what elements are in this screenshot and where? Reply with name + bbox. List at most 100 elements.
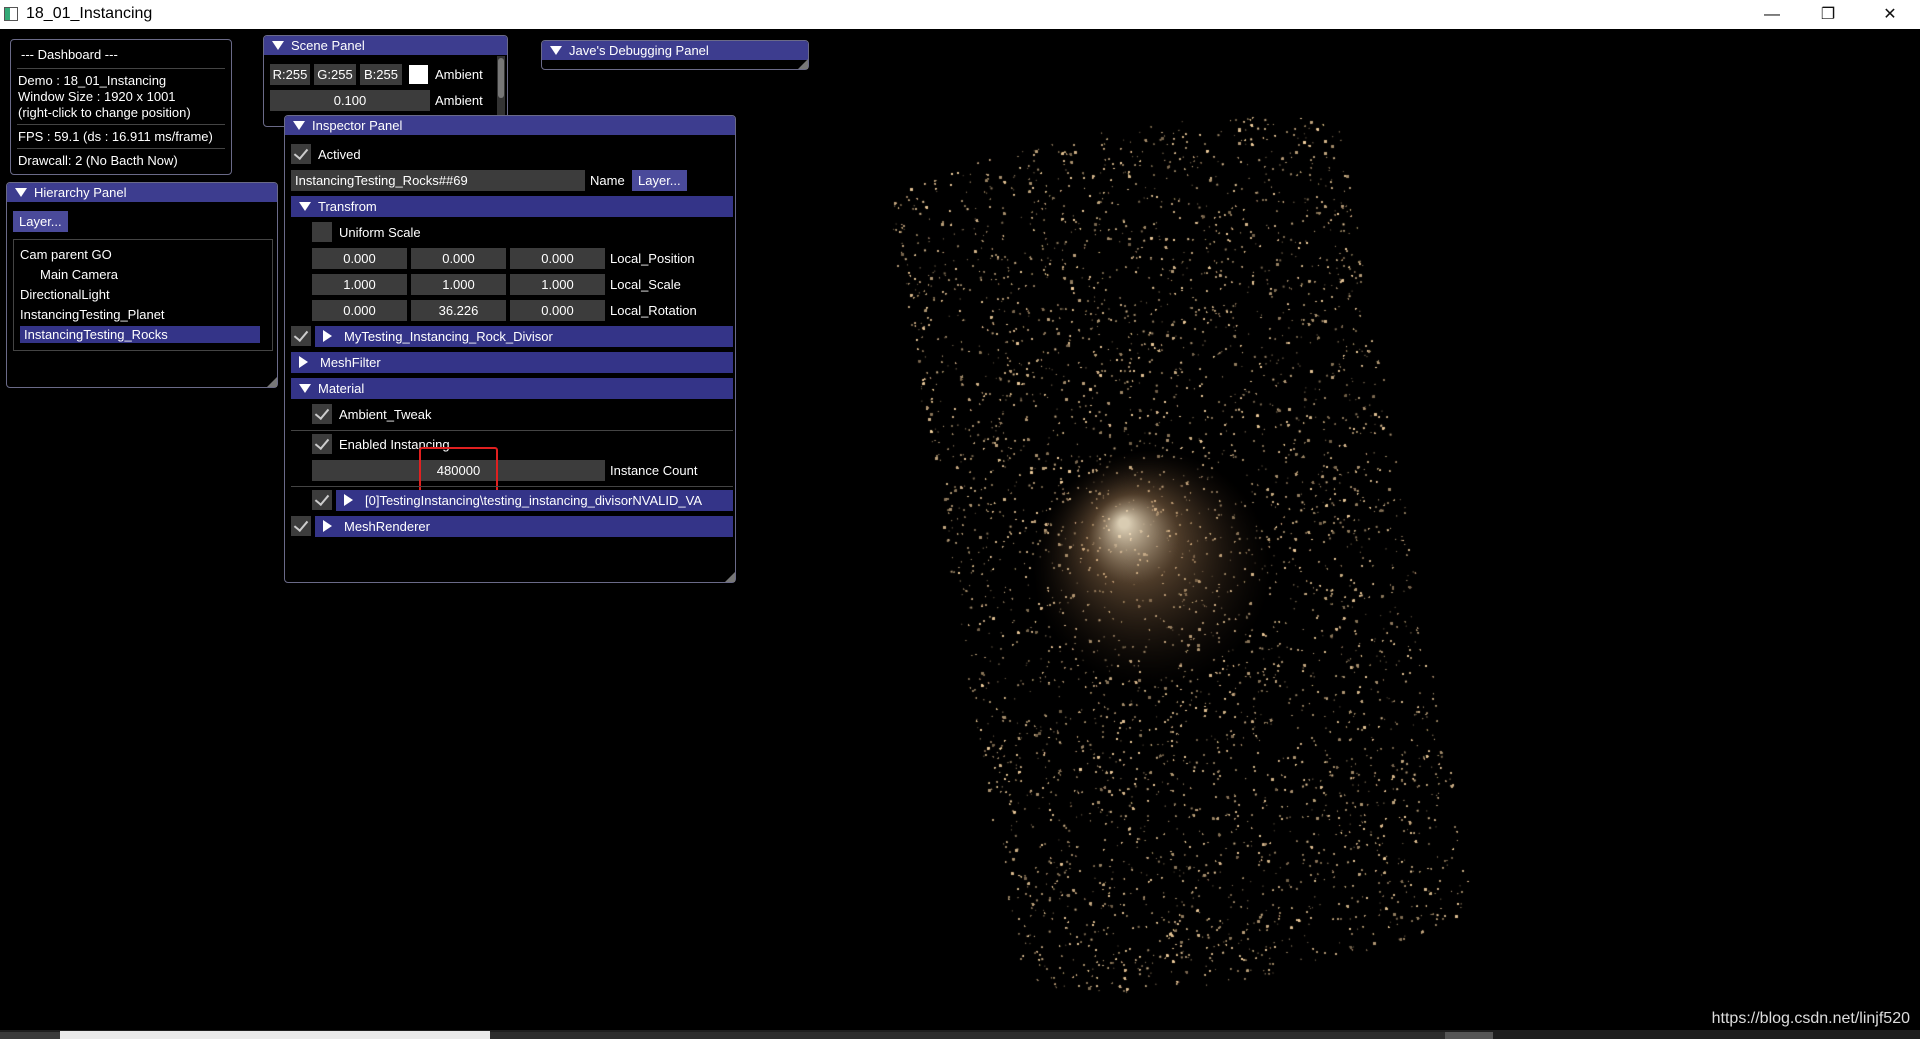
collapse-arrow-icon xyxy=(293,121,305,130)
divider xyxy=(17,68,225,69)
inspector-panel-title: Inspector Panel xyxy=(312,118,403,133)
hierarchy-item-rocks[interactable]: InstancingTesting_Rocks xyxy=(20,326,260,343)
scale-z-field[interactable]: 1.000 xyxy=(510,274,605,295)
dashboard-title: --- Dashboard --- xyxy=(21,47,118,62)
ambient-green-field[interactable]: G:255 xyxy=(314,64,356,85)
ambient-red-field[interactable]: R:255 xyxy=(270,64,310,85)
expand-arrow-icon xyxy=(323,520,332,532)
instanced-rocks-cylinder xyxy=(830,59,1530,1030)
dashboard-hint: (right-click to change position) xyxy=(18,105,191,120)
hierarchy-list: Cam parent GO Main Camera DirectionalLig… xyxy=(13,239,273,351)
meshrenderer-section-title: MeshRenderer xyxy=(344,519,430,534)
scene-panel-title: Scene Panel xyxy=(291,38,365,53)
app-icon xyxy=(4,7,18,21)
shader-pass-header[interactable]: [0]TestingInstancing\testing_instancing_… xyxy=(336,490,733,511)
bottom-strip xyxy=(0,1030,1920,1039)
ambient-blue-field[interactable]: B:255 xyxy=(360,64,402,85)
watermark-url: https://blog.csdn.net/linjf520 xyxy=(1711,1010,1910,1027)
instance-count-label: Instance Count xyxy=(610,463,698,478)
scale-label: Local_Scale xyxy=(610,277,681,292)
hierarchy-panel-title: Hierarchy Panel xyxy=(34,185,127,200)
window-titlebar: 18_01_Instancing — ❐ ✕ xyxy=(0,0,1920,29)
divisor-component-checkbox[interactable] xyxy=(291,326,311,346)
position-label: Local_Position xyxy=(610,251,695,266)
transform-section-header[interactable]: Transfrom xyxy=(291,196,733,217)
rotation-y-field[interactable]: 36.226 xyxy=(411,300,506,321)
object-name-input[interactable]: InstancingTesting_Rocks##69 xyxy=(291,170,585,191)
divisor-component-title: MyTesting_Instancing_Rock_Divisor xyxy=(344,329,553,344)
dashboard-drawcall: Drawcall: 2 (No Bacth Now) xyxy=(18,153,178,168)
uniform-scale-label: Uniform Scale xyxy=(339,225,421,240)
transform-section-title: Transfrom xyxy=(318,199,377,214)
material-section-header[interactable]: Material xyxy=(291,378,733,399)
render-viewport[interactable]: --- Dashboard --- Demo : 18_01_Instancin… xyxy=(0,29,1920,1030)
bottom-strip-segment xyxy=(0,1032,60,1039)
meshrenderer-checkbox[interactable] xyxy=(291,516,311,536)
shader-pass-title: [0]TestingInstancing\testing_instancing_… xyxy=(365,493,702,508)
expand-arrow-icon xyxy=(323,330,332,342)
divisor-component-header[interactable]: MyTesting_Instancing_Rock_Divisor xyxy=(315,326,733,347)
rotation-x-field[interactable]: 0.000 xyxy=(312,300,407,321)
scene-panel-header[interactable]: Scene Panel xyxy=(264,36,507,55)
divider xyxy=(17,124,225,125)
expand-arrow-icon xyxy=(299,356,308,368)
rotation-label: Local_Rotation xyxy=(610,303,697,318)
hierarchy-item-directional-light[interactable]: DirectionalLight xyxy=(20,286,260,303)
inspector-panel: Inspector Panel Actived InstancingTestin… xyxy=(284,115,736,583)
resize-grip-icon[interactable] xyxy=(798,59,808,69)
ambient-tweak-checkbox[interactable] xyxy=(312,404,332,424)
inspector-panel-header[interactable]: Inspector Panel xyxy=(285,116,735,135)
dashboard-demo: Demo : 18_01_Instancing xyxy=(18,73,167,88)
resize-grip-icon[interactable] xyxy=(267,377,277,387)
meshfilter-section-header[interactable]: MeshFilter xyxy=(291,352,733,373)
scrollbar-thumb[interactable] xyxy=(498,58,504,98)
collapse-arrow-icon xyxy=(272,41,284,50)
ambient-color-label: Ambient xyxy=(435,67,483,82)
debugging-panel-header[interactable]: Jave's Debugging Panel xyxy=(542,41,808,60)
hierarchy-panel-header[interactable]: Hierarchy Panel xyxy=(7,183,277,202)
position-z-field[interactable]: 0.000 xyxy=(510,248,605,269)
inspector-layer-button[interactable]: Layer... xyxy=(632,170,687,191)
debugging-panel: Jave's Debugging Panel xyxy=(541,40,809,70)
collapse-arrow-icon xyxy=(299,384,311,393)
divider xyxy=(17,148,225,149)
divider xyxy=(291,486,733,487)
collapse-arrow-icon xyxy=(550,46,562,55)
expand-arrow-icon xyxy=(344,494,353,506)
collapse-arrow-icon xyxy=(299,202,311,211)
position-x-field[interactable]: 0.000 xyxy=(312,248,407,269)
collapse-arrow-icon xyxy=(15,188,27,197)
material-section-title: Material xyxy=(318,381,365,396)
resize-grip-icon[interactable] xyxy=(725,572,735,582)
hierarchy-item-planet[interactable]: InstancingTesting_Planet xyxy=(20,306,260,323)
maximize-button[interactable]: ❐ xyxy=(1800,0,1856,29)
enabled-instancing-checkbox[interactable] xyxy=(312,434,332,454)
debugging-panel-title: Jave's Debugging Panel xyxy=(569,43,709,58)
scale-y-field[interactable]: 1.000 xyxy=(411,274,506,295)
scene-panel: Scene Panel R:255 G:255 B:255 Ambient 0.… xyxy=(263,35,508,127)
meshrenderer-section-header[interactable]: MeshRenderer xyxy=(315,516,733,537)
object-name-label: Name xyxy=(590,173,625,188)
actived-label: Actived xyxy=(318,147,361,162)
scale-x-field[interactable]: 1.000 xyxy=(312,274,407,295)
minimize-button[interactable]: — xyxy=(1744,0,1800,29)
ambient-color-swatch[interactable] xyxy=(409,65,428,84)
ambient-intensity-field[interactable]: 0.100 xyxy=(270,90,430,111)
bottom-strip-segment xyxy=(1445,1032,1493,1039)
shader-pass-checkbox[interactable] xyxy=(312,490,332,510)
uniform-scale-checkbox[interactable] xyxy=(312,222,332,242)
divider xyxy=(291,430,733,431)
position-y-field[interactable]: 0.000 xyxy=(411,248,506,269)
hierarchy-panel: Hierarchy Panel Layer... Cam parent GO M… xyxy=(6,182,278,388)
actived-checkbox[interactable] xyxy=(291,144,311,164)
hierarchy-item-cam-parent[interactable]: Cam parent GO xyxy=(20,246,260,263)
close-button[interactable]: ✕ xyxy=(1862,0,1918,29)
dashboard-window-size: Window Size : 1920 x 1001 xyxy=(18,89,176,104)
ambient-tweak-label: Ambient_Tweak xyxy=(339,407,432,422)
hierarchy-item-main-camera[interactable]: Main Camera xyxy=(40,266,260,283)
hierarchy-layer-button[interactable]: Layer... xyxy=(13,211,68,232)
window-title: 18_01_Instancing xyxy=(26,5,153,22)
dashboard-fps: FPS : 59.1 (ds : 16.911 ms/frame) xyxy=(18,129,213,144)
dashboard-panel: --- Dashboard --- Demo : 18_01_Instancin… xyxy=(10,39,232,175)
rotation-z-field[interactable]: 0.000 xyxy=(510,300,605,321)
